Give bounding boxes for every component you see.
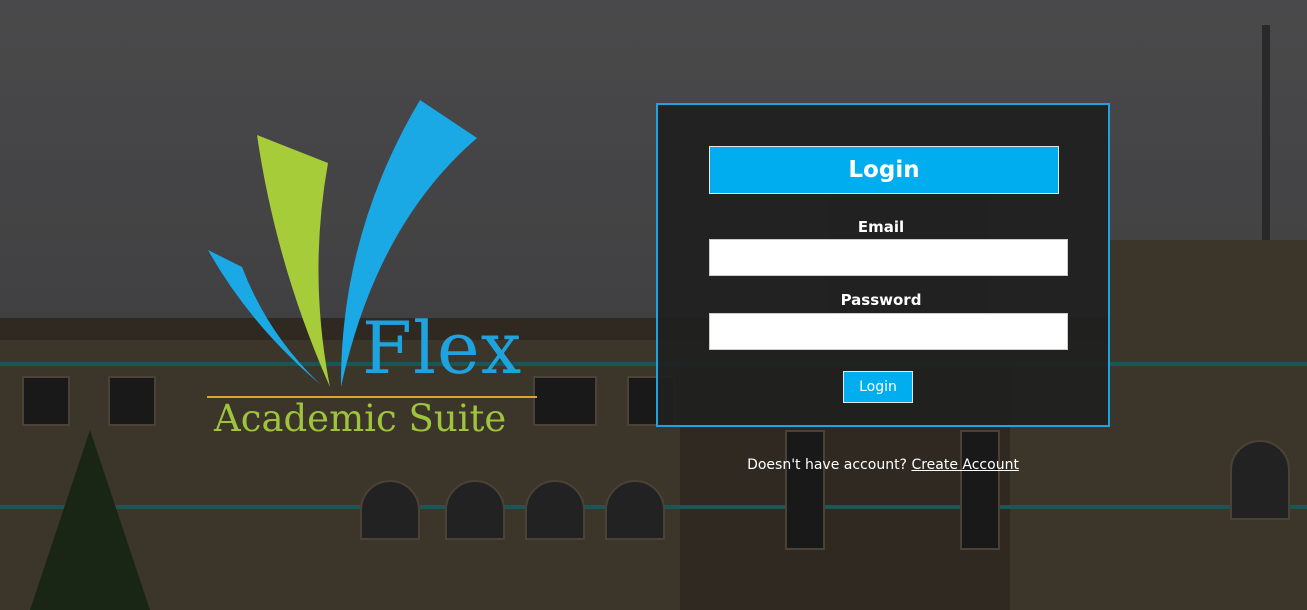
password-label: Password: [840, 291, 922, 309]
login-button[interactable]: Login: [843, 371, 913, 403]
signup-row: Doesn't have account? Create Account: [656, 457, 1110, 473]
logo-wordmark: Flex: [362, 306, 523, 390]
create-account-link[interactable]: Create Account: [911, 457, 1019, 473]
email-field[interactable]: [709, 239, 1068, 276]
email-label: Email: [857, 218, 905, 236]
logo-tagline: Academic Suite: [214, 397, 507, 440]
login-title: Login: [709, 146, 1059, 194]
logo-swoosh-icon: [208, 100, 477, 387]
signup-prompt: Doesn't have account?: [747, 457, 907, 473]
login-panel: Login Email Password Login: [656, 103, 1110, 427]
password-field[interactable]: [709, 313, 1068, 350]
